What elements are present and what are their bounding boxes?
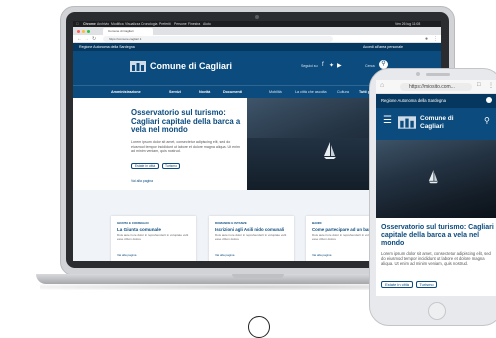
twitter-icon[interactable]: ✦ bbox=[329, 62, 334, 69]
hero-more-link[interactable]: Vai alla pagina bbox=[131, 179, 153, 183]
phone-site-name-line2[interactable]: Cagliari bbox=[420, 123, 444, 130]
sailboat-icon bbox=[324, 142, 336, 159]
cursor-circle-icon bbox=[248, 316, 270, 338]
nav-servizi[interactable]: Servizi bbox=[169, 86, 181, 98]
follow-label: Seguici su bbox=[301, 64, 318, 68]
phone-hero-body: Lorem ipsum dolor sit amet, consectetur … bbox=[381, 251, 491, 267]
address-bar[interactable]: https://comune.cagliari.it bbox=[103, 36, 333, 42]
card-title[interactable]: Iscrizioni agli Asili nido comunali bbox=[215, 227, 284, 232]
profile-icon[interactable]: ● bbox=[425, 35, 428, 43]
card-category: GIUNTA E CONSIGLIO bbox=[117, 221, 149, 225]
phone-site-header: ☰ Comune di Cagliari ⚲ bbox=[376, 108, 496, 140]
close-window-icon[interactable] bbox=[77, 30, 80, 33]
phone-search-icon[interactable]: ⚲ bbox=[484, 116, 490, 125]
nav-cultura[interactable]: Cultura bbox=[337, 86, 349, 98]
card-link[interactable]: Vai alla pagina bbox=[117, 253, 136, 257]
phone-tag-estate[interactable]: Estate in città bbox=[381, 281, 413, 288]
hero-text-panel: Osservatorio sul turismo: Cagliari capit… bbox=[73, 98, 247, 190]
nav-amministrazione[interactable]: Amministrazione bbox=[111, 86, 141, 98]
card-asili[interactable]: DOMANDE E ISTANZE Iscrizioni agli Asili … bbox=[209, 216, 294, 261]
phone-tag-turismo[interactable]: Turismo bbox=[416, 281, 437, 288]
phone-hero-image bbox=[376, 140, 496, 218]
phone-tabs-icon[interactable]: □ bbox=[477, 82, 481, 88]
hero-title[interactable]: Osservatorio sul turismo: Cagliari capit… bbox=[131, 108, 243, 135]
card-title[interactable]: La Giunta comunale bbox=[117, 227, 161, 232]
maximize-window-icon[interactable] bbox=[87, 30, 90, 33]
card-text: Duis aute irure dolor in reprehenderit i… bbox=[215, 233, 287, 241]
site-top-bar: Regione Autonoma della Sardegna Accedi a… bbox=[73, 43, 441, 51]
phone-user-icon[interactable] bbox=[486, 97, 492, 103]
card-category: BANDI bbox=[312, 221, 322, 225]
access-link[interactable]: Accedi all'area personale bbox=[363, 43, 403, 51]
phone-city-crest-icon bbox=[398, 116, 416, 129]
phone-hero-title[interactable]: Osservatorio sul turismo: Cagliari capit… bbox=[381, 224, 495, 248]
tag-turismo[interactable]: Turismo bbox=[162, 163, 180, 169]
facebook-icon[interactable]: f bbox=[322, 62, 324, 68]
hamburger-menu-icon[interactable]: ☰ bbox=[383, 116, 392, 126]
more-menu-icon[interactable]: ⋮ bbox=[433, 35, 438, 43]
search-label: Cerca bbox=[365, 64, 375, 68]
region-link[interactable]: Regione Autonoma della Sardegna bbox=[79, 43, 135, 51]
laptop-notch bbox=[232, 274, 284, 278]
phone-home-icon[interactable]: ⌂ bbox=[380, 82, 384, 89]
city-crest-icon bbox=[130, 61, 146, 72]
laptop-camera bbox=[255, 15, 259, 19]
hero-body: Lorem ipsum dolor sit amet, consectetur … bbox=[131, 140, 240, 154]
nav-citta-ascolta[interactable]: La città che ascolta bbox=[295, 86, 327, 98]
card-text: Duis aute irure dolor in reprehenderit i… bbox=[117, 233, 189, 241]
phone-home-button[interactable] bbox=[428, 302, 446, 320]
site-name[interactable]: Comune di Cagliari bbox=[150, 61, 232, 71]
tag-estate[interactable]: Estate in città bbox=[131, 163, 159, 169]
phone-more-icon[interactable]: ⋮ bbox=[488, 82, 494, 89]
phone-region-link[interactable]: Regione Autonoma della Sardegna bbox=[381, 98, 446, 103]
nav-novita[interactable]: Novità bbox=[199, 86, 210, 98]
phone-address-bar[interactable]: https://miosito.com... bbox=[400, 83, 472, 91]
minimize-window-icon[interactable] bbox=[82, 30, 85, 33]
card-link[interactable]: Vai alla pagina bbox=[215, 253, 234, 257]
phone-camera bbox=[416, 72, 420, 76]
reload-icon[interactable]: ↻ bbox=[92, 35, 96, 43]
nav-mobilita[interactable]: Mobilità bbox=[269, 86, 282, 98]
card-giunta[interactable]: GIUNTA E CONSIGLIO La Giunta comunale Du… bbox=[111, 216, 196, 261]
browser-tab[interactable]: Comune di Cagliari bbox=[103, 28, 153, 35]
phone-site-name-line1[interactable]: Comune di bbox=[420, 115, 454, 122]
youtube-icon[interactable]: ▶ bbox=[337, 62, 342, 69]
forward-arrow-icon[interactable]: → bbox=[84, 35, 89, 43]
phone-speaker bbox=[426, 73, 450, 76]
card-category: DOMANDE E ISTANZE bbox=[215, 221, 247, 225]
card-title[interactable]: Come partecipare ad un bando bbox=[312, 227, 376, 232]
card-link[interactable]: Vai alla pagina bbox=[312, 253, 331, 257]
back-arrow-icon[interactable]: ← bbox=[77, 35, 82, 43]
phone-site-top-bar: Regione Autonoma della Sardegna bbox=[376, 94, 496, 108]
phone-sailboat-icon bbox=[428, 170, 439, 184]
nav-documenti[interactable]: Documenti bbox=[223, 86, 242, 98]
